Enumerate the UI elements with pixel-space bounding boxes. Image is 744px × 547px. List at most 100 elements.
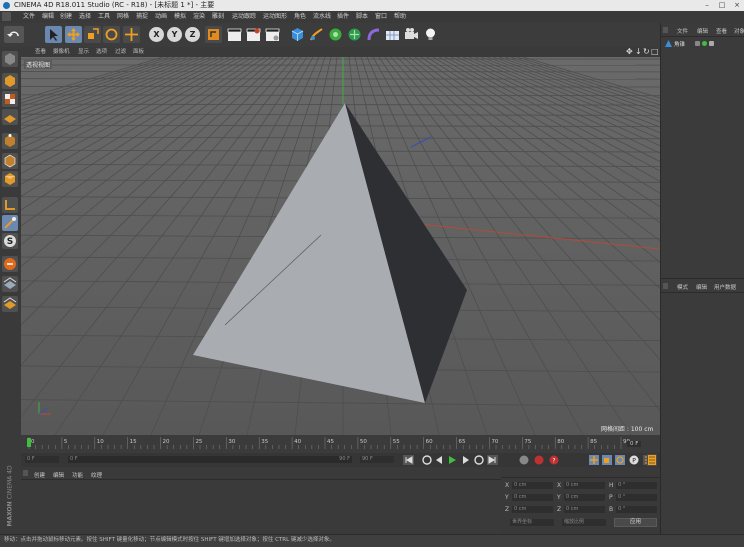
- enabled-check-icon[interactable]: [702, 41, 707, 46]
- next-frame-icon[interactable]: [463, 456, 469, 464]
- menu-tools[interactable]: 工具: [98, 11, 110, 23]
- viewport-pan-icon[interactable]: ✥: [626, 47, 633, 57]
- pos-z-field[interactable]: 0 cm: [512, 506, 553, 513]
- coordinate-system-button[interactable]: [205, 26, 222, 43]
- size-y-field[interactable]: 0 cm: [564, 494, 605, 501]
- menu-motion-tracking[interactable]: 运动跟踪: [232, 11, 256, 23]
- prev-frame-icon[interactable]: [436, 456, 442, 464]
- auto-key-icon[interactable]: ?: [550, 456, 559, 465]
- size-mode-select[interactable]: 缩放比例: [562, 519, 606, 526]
- viewport-rotate-icon[interactable]: ↻: [643, 47, 650, 57]
- pos-y-field[interactable]: 0 cm: [512, 494, 553, 501]
- menu-snap[interactable]: 捕捉: [136, 11, 148, 23]
- enable-axis-button[interactable]: [2, 197, 18, 213]
- menu-mesh[interactable]: 网格: [117, 11, 129, 23]
- menu-file[interactable]: 文件: [23, 11, 35, 23]
- material-tab-texture[interactable]: 纹理: [91, 471, 102, 479]
- menu-sculpt[interactable]: 雕刻: [212, 11, 224, 23]
- attributes-tab-mode[interactable]: 模式: [677, 283, 688, 291]
- timeline-menu-button[interactable]: [647, 454, 657, 466]
- end-frame-field[interactable]: 90 F: [360, 456, 394, 463]
- maximize-icon[interactable]: □: [715, 0, 729, 11]
- menu-window[interactable]: 窗口: [375, 11, 387, 23]
- menu-render[interactable]: 渲染: [193, 11, 205, 23]
- menu-help[interactable]: 帮助: [394, 11, 406, 23]
- timeline-playhead[interactable]: [27, 438, 31, 447]
- objects-tab-file[interactable]: 文件: [677, 27, 688, 35]
- goto-end-icon[interactable]: [487, 455, 498, 465]
- rot-b-field[interactable]: 0 °: [616, 506, 657, 513]
- menu-simulate[interactable]: 模拟: [174, 11, 186, 23]
- add-light-button[interactable]: [422, 26, 439, 43]
- render-settings-button[interactable]: [264, 26, 281, 43]
- material-tab-function[interactable]: 功能: [72, 471, 83, 479]
- attributes-tab-user-data[interactable]: 用户数据: [714, 283, 736, 291]
- rot-p-field[interactable]: 0 °: [616, 494, 657, 501]
- frame-range-slider[interactable]: 0 F 90 F: [68, 456, 352, 463]
- pos-x-field[interactable]: 0 cm: [512, 482, 553, 489]
- scale-tool-button[interactable]: [84, 26, 101, 43]
- add-camera-button[interactable]: [403, 26, 420, 43]
- menu-character[interactable]: 角色: [294, 11, 306, 23]
- move-tool-button[interactable]: [65, 26, 82, 43]
- menu-create[interactable]: 创建: [60, 11, 72, 23]
- texture-mode-button[interactable]: [2, 91, 18, 107]
- add-floor-button[interactable]: [384, 26, 401, 43]
- add-spline-button[interactable]: [308, 26, 325, 43]
- render-to-picture-viewer-button[interactable]: [245, 26, 262, 43]
- add-deformer-button[interactable]: [365, 26, 382, 43]
- coordinate-mode-select[interactable]: 世界坐标: [510, 519, 554, 526]
- viewport-menu-display[interactable]: 显示: [78, 47, 89, 57]
- viewport-toggle-icon[interactable]: □: [651, 47, 659, 57]
- key-rotation-icon[interactable]: [615, 455, 625, 465]
- viewport-menu-filter[interactable]: 过滤: [115, 47, 126, 57]
- start-frame-field[interactable]: 0 F: [25, 456, 59, 463]
- undo-button[interactable]: [4, 26, 24, 43]
- goto-start-icon[interactable]: [403, 455, 414, 465]
- workplane-button[interactable]: [2, 109, 18, 125]
- solo-button[interactable]: [2, 296, 18, 312]
- rotate-tool-button[interactable]: [103, 26, 120, 43]
- tag-icon[interactable]: [709, 41, 714, 46]
- edges-mode-button[interactable]: [2, 153, 18, 169]
- prev-key-icon[interactable]: [423, 456, 431, 464]
- menu-animate[interactable]: 动画: [155, 11, 167, 23]
- y-axis-lock-button[interactable]: Y: [167, 27, 182, 42]
- material-tab-edit[interactable]: 编辑: [53, 471, 64, 479]
- timeline-current-frame[interactable]: 0 F: [627, 441, 641, 447]
- viewport-menu-panel[interactable]: 面板: [133, 47, 144, 57]
- key-param-icon[interactable]: P: [630, 456, 639, 465]
- render-view-button[interactable]: [226, 26, 243, 43]
- menu-edit[interactable]: 编辑: [42, 11, 54, 23]
- objects-tab-view[interactable]: 查看: [716, 27, 727, 35]
- key-scale-icon[interactable]: [602, 455, 612, 465]
- object-row-pyramid[interactable]: 角锥: [663, 40, 743, 48]
- live-select-button[interactable]: [45, 26, 62, 43]
- rot-h-field[interactable]: 0 °: [616, 482, 657, 489]
- perspective-viewport[interactable]: 透视视图 网格间距 : 100 cm: [21, 57, 660, 435]
- close-icon[interactable]: ×: [730, 0, 744, 11]
- timeline-ruler[interactable]: 051015202530354045505560657075808590 0 F: [21, 435, 660, 453]
- x-axis-lock-button[interactable]: X: [149, 27, 164, 42]
- play-icon[interactable]: [449, 456, 456, 464]
- model-mode-button[interactable]: [2, 73, 18, 89]
- material-tab-create[interactable]: 创建: [34, 471, 45, 479]
- size-z-field[interactable]: 0 cm: [564, 506, 605, 513]
- snapping-button[interactable]: S: [2, 233, 18, 249]
- attributes-tab-edit[interactable]: 编辑: [696, 283, 707, 291]
- objects-tab-edit[interactable]: 编辑: [697, 27, 708, 35]
- apply-button[interactable]: 应用: [614, 518, 657, 527]
- size-x-field[interactable]: 0 cm: [564, 482, 605, 489]
- make-editable-button[interactable]: [2, 51, 18, 67]
- menu-mograph[interactable]: 运动图形: [263, 11, 287, 23]
- viewport-zoom-icon[interactable]: ↓: [635, 47, 642, 57]
- viewport-menu-options[interactable]: 选项: [96, 47, 107, 57]
- points-mode-button[interactable]: [2, 133, 18, 149]
- key-position-icon[interactable]: [589, 455, 599, 465]
- objects-tab-object[interactable]: 对象: [734, 27, 744, 35]
- add-array-button[interactable]: [346, 26, 363, 43]
- menu-pipeline[interactable]: 流水线: [313, 11, 331, 23]
- menu-script[interactable]: 脚本: [356, 11, 368, 23]
- menu-plugins[interactable]: 插件: [337, 11, 349, 23]
- next-key-icon[interactable]: [475, 456, 483, 464]
